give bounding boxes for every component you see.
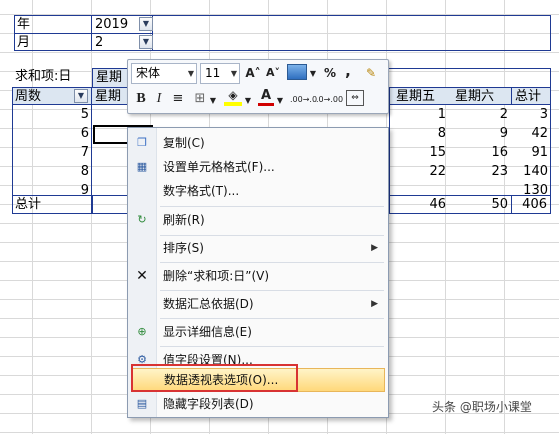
- menu-item-show-detail[interactable]: ⊕ 显示详细信息(E): [128, 321, 388, 343]
- shrink-font-button[interactable]: A˅: [264, 65, 282, 81]
- copy-icon: ❐: [137, 136, 147, 149]
- submenu-arrow-icon: ▶: [371, 299, 378, 309]
- submenu-arrow-icon: ▶: [371, 243, 378, 253]
- filter-label-month: 月: [14, 33, 91, 51]
- pivot-col-total: 总计: [511, 87, 551, 105]
- font-name-box[interactable]: 宋体 ▼: [131, 63, 197, 84]
- menu-item-refresh[interactable]: ↻ 刷新(R): [128, 209, 388, 231]
- grand-total-total: 406: [511, 195, 551, 214]
- increase-decimal-button[interactable]: .00→.0: [290, 92, 317, 108]
- chevron-down-icon: ▼: [230, 69, 237, 78]
- percent-button[interactable]: %: [322, 65, 338, 81]
- menu-item-sort[interactable]: 排序(S) ▶: [128, 237, 388, 259]
- grand-total-friday: 46: [389, 195, 449, 214]
- chevron-down-icon: ▼: [187, 69, 194, 78]
- fill-color-icon[interactable]: ◈: [224, 88, 242, 108]
- menu-separator: [160, 346, 384, 347]
- filter-dropdown-month[interactable]: ▼: [139, 35, 153, 49]
- font-size-box[interactable]: 11 ▼: [200, 63, 240, 84]
- field-list-icon: ▤: [136, 397, 148, 410]
- watermark: 头条 @职场小课堂: [432, 400, 532, 414]
- grand-total-row-border: [92, 195, 128, 214]
- pivot-column-header[interactable]: 星期: [92, 68, 128, 87]
- menu-item-number-format[interactable]: 数字格式(T)...: [128, 180, 388, 202]
- delete-icon: ✕: [136, 268, 148, 284]
- refresh-icon: ↻: [137, 213, 147, 226]
- font-color-icon[interactable]: A: [258, 88, 274, 108]
- bold-button[interactable]: B: [133, 91, 149, 107]
- chevron-down-icon[interactable]: ▼: [209, 93, 217, 109]
- comma-button[interactable]: ,: [342, 63, 354, 79]
- merge-center-icon[interactable]: ⇔: [346, 90, 364, 106]
- format-cells-icon: ▦: [136, 160, 148, 173]
- row-header-dropdown[interactable]: ▼: [74, 89, 88, 103]
- menu-separator: [160, 290, 384, 291]
- align-center-icon[interactable]: ≡: [170, 91, 186, 107]
- values-right-border: [389, 105, 551, 195]
- font-size-value: 11: [205, 66, 221, 80]
- pivot-col-friday: 星期五: [389, 87, 449, 105]
- decrease-decimal-button[interactable]: .0→.00: [316, 92, 343, 108]
- highlight-annotation-box: [131, 364, 298, 392]
- menu-item-format-cells[interactable]: ▦ 设置单元格格式(F)...: [128, 156, 388, 178]
- menu-separator: [160, 206, 384, 207]
- format-painter-icon[interactable]: ✎: [362, 65, 380, 81]
- chevron-down-icon[interactable]: ▼: [309, 66, 317, 82]
- menu-item-copy[interactable]: ❐ 复制(C): [128, 132, 388, 154]
- mini-toolbar: 宋体 ▼ 11 ▼ A˄ A˅ ▼ % , ✎ B I ≡ ⊞ ▼ ◈ ▼ A …: [127, 59, 389, 114]
- font-name-value: 宋体: [136, 66, 161, 80]
- menu-separator: [160, 318, 384, 319]
- grow-font-button[interactable]: A˄: [244, 65, 262, 81]
- menu-separator: [160, 262, 384, 263]
- menu-item-summarize-by[interactable]: 数据汇总依据(D) ▶: [128, 293, 388, 315]
- chevron-down-icon[interactable]: ▼: [276, 93, 284, 109]
- menu-item-delete-field[interactable]: ✕ 删除“求和项:日”(V): [128, 265, 388, 287]
- pivot-data-label: 求和项:日: [15, 69, 72, 84]
- menu-separator: [160, 235, 384, 236]
- italic-button[interactable]: I: [152, 91, 166, 107]
- grand-total-saturday: 50: [449, 195, 511, 214]
- menu-item-hide-field-list[interactable]: ▤ 隐藏字段列表(D): [128, 393, 388, 415]
- filter-label-year: 年: [14, 15, 91, 33]
- borders-icon[interactable]: ⊞: [192, 91, 208, 107]
- grand-total-label: 总计: [12, 195, 92, 214]
- filter-dropdown-year[interactable]: ▼: [139, 17, 153, 31]
- format-painter-style-icon[interactable]: [287, 64, 307, 80]
- filter-area-border: [153, 15, 551, 51]
- chevron-down-icon[interactable]: ▼: [244, 93, 252, 109]
- week-column-border: [12, 105, 92, 195]
- pivot-col-monday: 星期: [92, 87, 128, 105]
- show-detail-icon: ⊕: [137, 325, 147, 338]
- pivot-header-top-border: [389, 68, 551, 87]
- pivot-col-saturday: 星期六: [449, 87, 511, 105]
